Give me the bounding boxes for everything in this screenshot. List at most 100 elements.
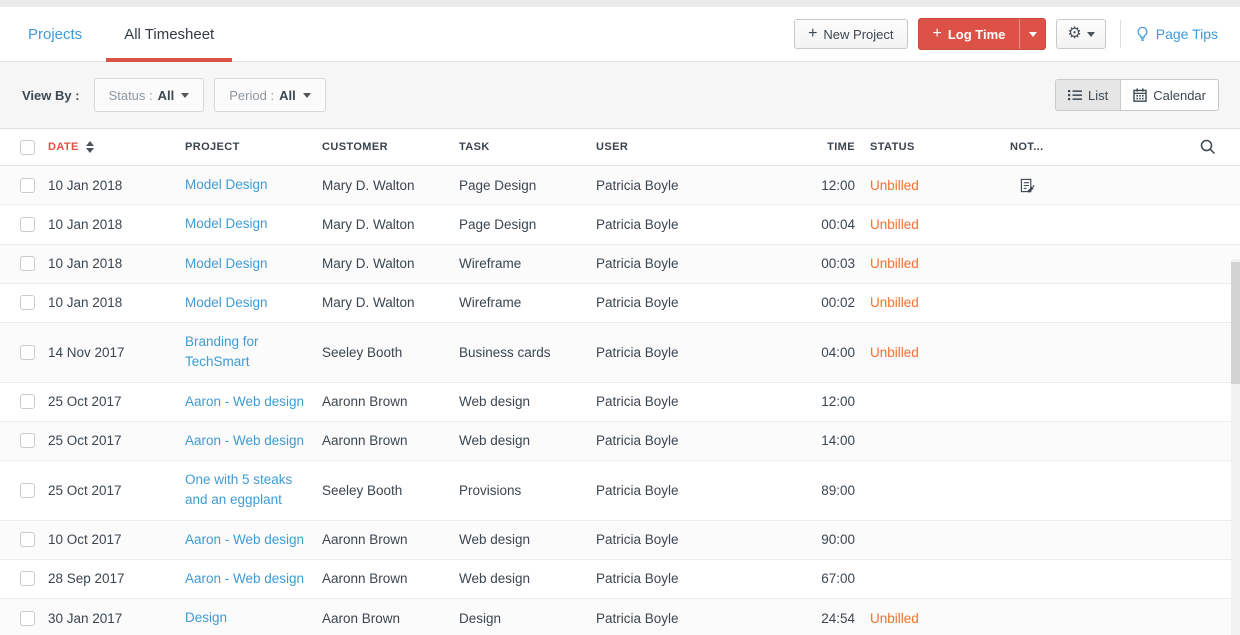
project-link[interactable]: Aaron - Web design: [185, 571, 304, 586]
status-filter-dropdown[interactable]: Status : All: [94, 78, 205, 112]
tab-projects[interactable]: Projects: [24, 7, 86, 61]
table-row: 25 Oct 2017 Aaron - Web design Aaronn Br…: [0, 422, 1240, 461]
cell-time: 00:02: [760, 295, 855, 310]
calendar-view-button[interactable]: Calendar: [1120, 80, 1218, 110]
cell-customer: Seeley Booth: [322, 345, 459, 360]
cell-time: 90:00: [760, 532, 855, 547]
project-link[interactable]: Model Design: [185, 256, 268, 271]
status-badge: Unbilled: [870, 345, 919, 360]
project-link[interactable]: Aaron - Web design: [185, 532, 304, 547]
cell-user: Patricia Boyle: [596, 295, 760, 310]
column-header-user: USER: [596, 141, 760, 153]
window-top-strip: [0, 0, 1240, 7]
row-checkbox[interactable]: [20, 571, 35, 586]
toolbar-actions: + New Project + Log Time ⚙ Page Tips: [794, 18, 1240, 50]
log-time-button[interactable]: + Log Time: [919, 19, 1020, 49]
cell-time: 12:00: [760, 178, 855, 193]
column-header-project: PROJECT: [185, 139, 322, 156]
cell-customer: Aaronn Brown: [322, 433, 459, 448]
status-badge: Unbilled: [870, 256, 919, 271]
cell-date: 25 Oct 2017: [48, 433, 185, 448]
project-link[interactable]: Model Design: [185, 295, 268, 310]
log-time-split-button: + Log Time: [918, 18, 1047, 50]
cell-user: Patricia Boyle: [596, 611, 760, 626]
table-row: 25 Oct 2017 Aaron - Web design Aaronn Br…: [0, 383, 1240, 422]
project-link[interactable]: Model Design: [185, 177, 268, 192]
row-checkbox[interactable]: [20, 433, 35, 448]
view-by-label: View By :: [22, 88, 80, 103]
status-badge: Unbilled: [870, 217, 919, 232]
column-header-task: TASK: [459, 141, 596, 153]
select-all-checkbox[interactable]: [20, 140, 35, 155]
cell-date: 30 Jan 2017: [48, 611, 185, 626]
row-checkbox[interactable]: [20, 256, 35, 271]
chevron-down-icon: [181, 93, 189, 98]
filter-bar: View By : Status : All Period : All List: [0, 62, 1240, 129]
tab-all-timesheet[interactable]: All Timesheet: [106, 7, 232, 61]
scrollbar-thumb[interactable]: [1231, 262, 1240, 384]
note-icon[interactable]: [1010, 178, 1150, 193]
cell-user: Patricia Boyle: [596, 178, 760, 193]
new-project-button[interactable]: + New Project: [794, 19, 907, 49]
cell-task: Page Design: [459, 178, 596, 193]
toolbar-divider: [1120, 20, 1121, 48]
cell-customer: Mary D. Walton: [322, 295, 459, 310]
cell-task: Wireframe: [459, 295, 596, 310]
row-checkbox[interactable]: [20, 295, 35, 310]
cell-date: 25 Oct 2017: [48, 483, 185, 498]
list-view-button[interactable]: List: [1056, 80, 1120, 110]
cell-time: 12:00: [760, 394, 855, 409]
lightbulb-icon: [1135, 26, 1150, 42]
cell-customer: Aaron Brown: [322, 611, 459, 626]
cell-user: Patricia Boyle: [596, 394, 760, 409]
vertical-scrollbar[interactable]: [1231, 259, 1240, 635]
status-badge: Unbilled: [870, 178, 919, 193]
column-header-status: STATUS: [855, 141, 995, 153]
table-body: 10 Jan 2018 Model Design Mary D. Walton …: [0, 166, 1240, 635]
cell-task: Page Design: [459, 217, 596, 232]
table-row: 10 Jan 2018 Model Design Mary D. Walton …: [0, 205, 1240, 244]
row-checkbox[interactable]: [20, 345, 35, 360]
cell-time: 00:04: [760, 217, 855, 232]
row-checkbox[interactable]: [20, 532, 35, 547]
row-checkbox[interactable]: [20, 483, 35, 498]
cell-time: 89:00: [760, 483, 855, 498]
gear-icon: ⚙: [1067, 26, 1081, 42]
project-link[interactable]: Aaron - Web design: [185, 394, 304, 409]
table-row: 28 Sep 2017 Aaron - Web design Aaronn Br…: [0, 560, 1240, 599]
project-link[interactable]: One with 5 steaks and an eggplant: [185, 472, 292, 507]
page-tips-button[interactable]: Page Tips: [1135, 26, 1218, 42]
row-checkbox[interactable]: [20, 611, 35, 626]
row-checkbox[interactable]: [20, 394, 35, 409]
period-filter-dropdown[interactable]: Period : All: [214, 78, 325, 112]
page-tips-label: Page Tips: [1156, 26, 1218, 42]
cell-task: Web design: [459, 433, 596, 448]
date-header-label: DATE: [48, 141, 79, 153]
cell-customer: Aaronn Brown: [322, 394, 459, 409]
chevron-down-icon: [303, 93, 311, 98]
settings-button[interactable]: ⚙: [1056, 19, 1105, 49]
cell-customer: Mary D. Walton: [322, 217, 459, 232]
search-icon[interactable]: [1200, 139, 1216, 155]
cell-date: 10 Jan 2018: [48, 256, 185, 271]
status-filter-label: Status :: [109, 88, 153, 103]
chevron-down-icon: [1087, 32, 1095, 37]
calendar-view-label: Calendar: [1153, 88, 1206, 103]
project-link[interactable]: Aaron - Web design: [185, 433, 304, 448]
project-link[interactable]: Branding for TechSmart: [185, 334, 259, 369]
status-badge: Unbilled: [870, 611, 919, 626]
row-checkbox[interactable]: [20, 178, 35, 193]
cell-date: 10 Jan 2018: [48, 217, 185, 232]
cell-task: Design: [459, 611, 596, 626]
log-time-dropdown-button[interactable]: [1019, 19, 1045, 49]
column-header-date[interactable]: DATE: [48, 141, 185, 153]
cell-task: Web design: [459, 571, 596, 586]
cell-date: 25 Oct 2017: [48, 394, 185, 409]
cell-user: Patricia Boyle: [596, 256, 760, 271]
table-row: 10 Jan 2018 Model Design Mary D. Walton …: [0, 284, 1240, 323]
cell-customer: Mary D. Walton: [322, 256, 459, 271]
row-checkbox[interactable]: [20, 217, 35, 232]
project-link[interactable]: Model Design: [185, 216, 268, 231]
chevron-down-icon: [1029, 32, 1037, 37]
project-link[interactable]: Design: [185, 610, 227, 625]
